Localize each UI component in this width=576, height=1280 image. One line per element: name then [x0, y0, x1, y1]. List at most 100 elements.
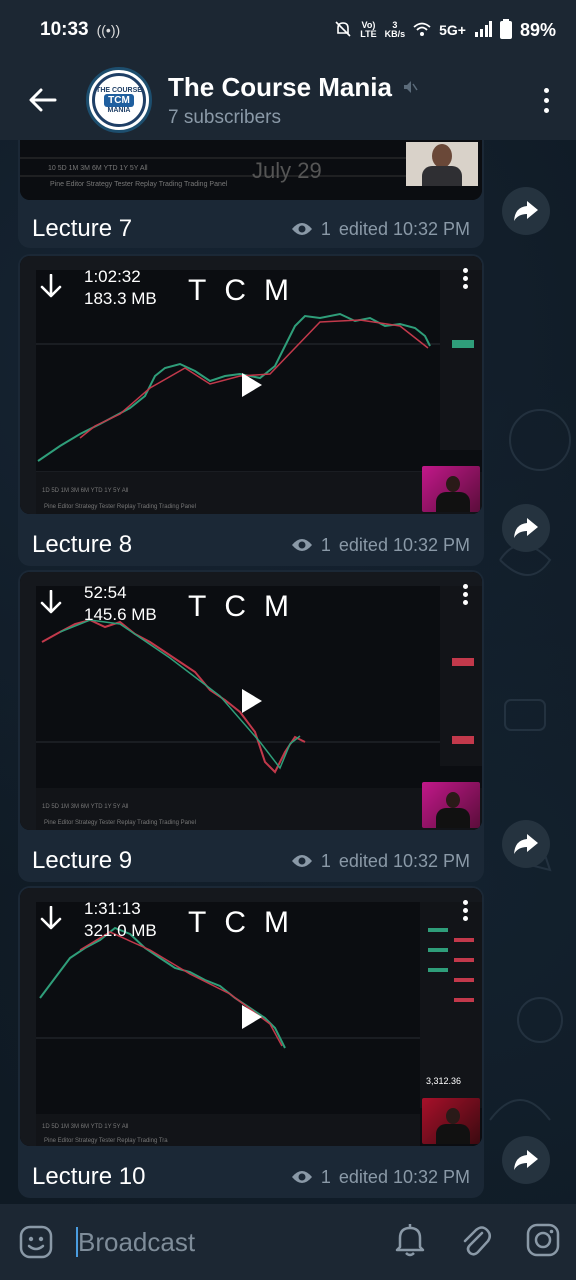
message-composer: [0, 1204, 576, 1280]
more-vertical-icon[interactable]: [463, 268, 468, 289]
share-button[interactable]: [502, 820, 550, 868]
mute-icon: [403, 81, 418, 93]
message-lecture-9[interactable]: 1D 5D 1M 3M 6M YTD 1Y 5Y All Pine Editor…: [18, 570, 484, 882]
broadcast-input[interactable]: [78, 1226, 318, 1258]
download-icon[interactable]: [40, 590, 62, 614]
video-meta: 52:54 145.6 MB: [84, 582, 157, 626]
webcam-overlay: [422, 782, 480, 828]
message-lecture-7[interactable]: 10 5D 1M 3M 6M YTD 1Y 5Y All Pine Editor…: [18, 140, 484, 248]
download-icon[interactable]: [40, 906, 62, 930]
edited-time: edited 10:32 PM: [338, 1166, 470, 1187]
status-time: 10:33: [40, 19, 89, 40]
edited-time: edited 10:32 PM: [338, 534, 470, 555]
view-count: 1: [320, 534, 331, 555]
message-caption: Lecture 9: [32, 847, 133, 874]
emoji-icon: [19, 1225, 53, 1259]
avatar-logo: THE COURSE TCM MANIA: [92, 73, 146, 127]
channel-title: The Course Mania: [168, 72, 516, 103]
video-duration: 1:31:13: [84, 899, 141, 918]
message-info: 1 edited 10:32 PM: [291, 219, 470, 240]
svg-text:Pine Editor Strategy Tester: Pine Editor Strategy Tester Replay Tradi…: [44, 1138, 168, 1144]
webcam-overlay: [422, 466, 480, 512]
emoji-button[interactable]: [16, 1222, 56, 1262]
status-bar: 10:33 ((•)) Vo) LTE 3 KB/s 5G+ 89%: [0, 0, 576, 60]
video-thumbnail[interactable]: 1D 5D 1M 3M 6M YTD 1Y 5Y All Pine Editor…: [20, 572, 482, 830]
edited-time: edited 10:32 PM: [338, 218, 470, 239]
network-type: 5G+: [439, 22, 466, 38]
message-lecture-10[interactable]: 3,312.36 1D 5D 1M 3M 6M YTD 1Y 5Y All Pi…: [18, 886, 484, 1198]
caption-row: Lecture 7 1 edited 10:32 PM: [18, 200, 484, 248]
message-info: 1 edited 10:32 PM: [291, 1167, 470, 1188]
edited-time: edited 10:32 PM: [338, 850, 470, 871]
eye-icon: [291, 223, 312, 235]
more-vertical-icon[interactable]: [463, 900, 468, 921]
notification-toggle-button[interactable]: [394, 1223, 426, 1262]
svg-text:10 5D 1M 3M 6M YTD 1Y 5Y All: 10 5D 1M 3M 6M YTD 1Y 5Y All: [48, 165, 148, 172]
share-icon: [514, 201, 538, 221]
message-lecture-8[interactable]: 1D 5D 1M 3M 6M YTD 1Y 5Y All Pine Editor…: [18, 254, 484, 566]
channel-info[interactable]: The Course Mania 7 subscribers: [168, 72, 516, 129]
volte-indicator: Vo) LTE: [360, 20, 377, 39]
video-thumbnail[interactable]: 1D 5D 1M 3M 6M YTD 1Y 5Y All Pine Editor…: [20, 256, 482, 514]
share-button[interactable]: [502, 187, 550, 235]
video-thumbnail[interactable]: 3,312.36 1D 5D 1M 3M 6M YTD 1Y 5Y All Pi…: [20, 888, 482, 1146]
message-caption: Lecture 8: [32, 531, 133, 558]
message-caption: Lecture 7: [32, 215, 133, 242]
caption-row: Lecture 10 1 edited 10:32 PM: [18, 1148, 484, 1198]
share-icon: [514, 834, 538, 854]
video-size: 321.0 MB: [84, 921, 157, 940]
more-menu-button[interactable]: [516, 87, 576, 113]
share-button[interactable]: [502, 504, 550, 552]
message-caption: Lecture 10: [32, 1163, 146, 1190]
battery-percent: 89%: [519, 19, 556, 40]
caption-row: Lecture 8 1 edited 10:32 PM: [18, 516, 484, 566]
hotspot-icon: ((•)): [96, 22, 121, 38]
eye-icon: [291, 1171, 312, 1183]
play-icon[interactable]: [240, 371, 264, 399]
share-button[interactable]: [502, 1136, 550, 1184]
svg-text:1D 5D 1M 3M 6M YTD 1Y 5Y All: 1D 5D 1M 3M 6M YTD 1Y 5Y All: [42, 804, 128, 810]
caption-row: Lecture 9 1 edited 10:32 PM: [18, 832, 484, 882]
video-size: 145.6 MB: [84, 605, 157, 624]
battery-icon: [499, 18, 512, 42]
video-watermark: TCM: [188, 274, 307, 307]
webcam-overlay: [406, 142, 478, 186]
view-count: 1: [320, 850, 331, 871]
channel-avatar[interactable]: THE COURSE TCM MANIA: [86, 67, 152, 133]
video-thumbnail[interactable]: 10 5D 1M 3M 6M YTD 1Y 5Y All Pine Editor…: [20, 140, 482, 200]
attach-button[interactable]: [460, 1223, 492, 1262]
speed-indicator: 3 KB/s: [384, 20, 406, 39]
svg-text:Pine Editor Strategy Tester: Pine Editor Strategy Tester Replay Tradi…: [44, 820, 196, 826]
download-icon[interactable]: [40, 274, 62, 298]
arrow-left-icon: [29, 88, 57, 112]
message-info: 1 edited 10:32 PM: [291, 535, 470, 556]
share-icon: [514, 518, 538, 538]
view-count: 1: [320, 1166, 331, 1187]
status-right: Vo) LTE 3 KB/s 5G+ 89%: [334, 18, 556, 42]
svg-text:1D 5D 1M 3M 6M YTD 1Y 5Y All: 1D 5D 1M 3M 6M YTD 1Y 5Y All: [42, 1124, 128, 1130]
more-vertical-icon[interactable]: [463, 584, 468, 605]
back-button[interactable]: [0, 60, 86, 140]
dnd-icon: [334, 20, 352, 41]
webcam-overlay: [422, 1098, 480, 1144]
signal-icon: [474, 20, 492, 40]
channel-header: THE COURSE TCM MANIA The Course Mania 7 …: [0, 60, 576, 140]
play-icon[interactable]: [240, 687, 264, 715]
video-watermark: TCM: [188, 590, 307, 623]
play-icon[interactable]: [240, 1003, 264, 1031]
video-meta: 1:02:32 183.3 MB: [84, 266, 157, 310]
video-size: 183.3 MB: [84, 289, 157, 308]
eye-icon: [291, 855, 312, 867]
share-icon: [514, 1150, 538, 1170]
video-duration: 1:02:32: [84, 267, 141, 286]
instagram-camera-icon: [526, 1223, 560, 1256]
more-vertical-icon: [543, 87, 549, 113]
paperclip-icon: [463, 1225, 491, 1256]
svg-text:Pine Editor Strategy Tester: Pine Editor Strategy Tester Replay Tradi…: [50, 181, 228, 188]
eye-icon: [291, 539, 312, 551]
view-count: 1: [320, 218, 331, 239]
composer-actions: [394, 1223, 560, 1262]
bell-icon: [395, 1223, 425, 1256]
video-meta: 1:31:13 321.0 MB: [84, 898, 157, 942]
camera-button[interactable]: [526, 1223, 560, 1262]
